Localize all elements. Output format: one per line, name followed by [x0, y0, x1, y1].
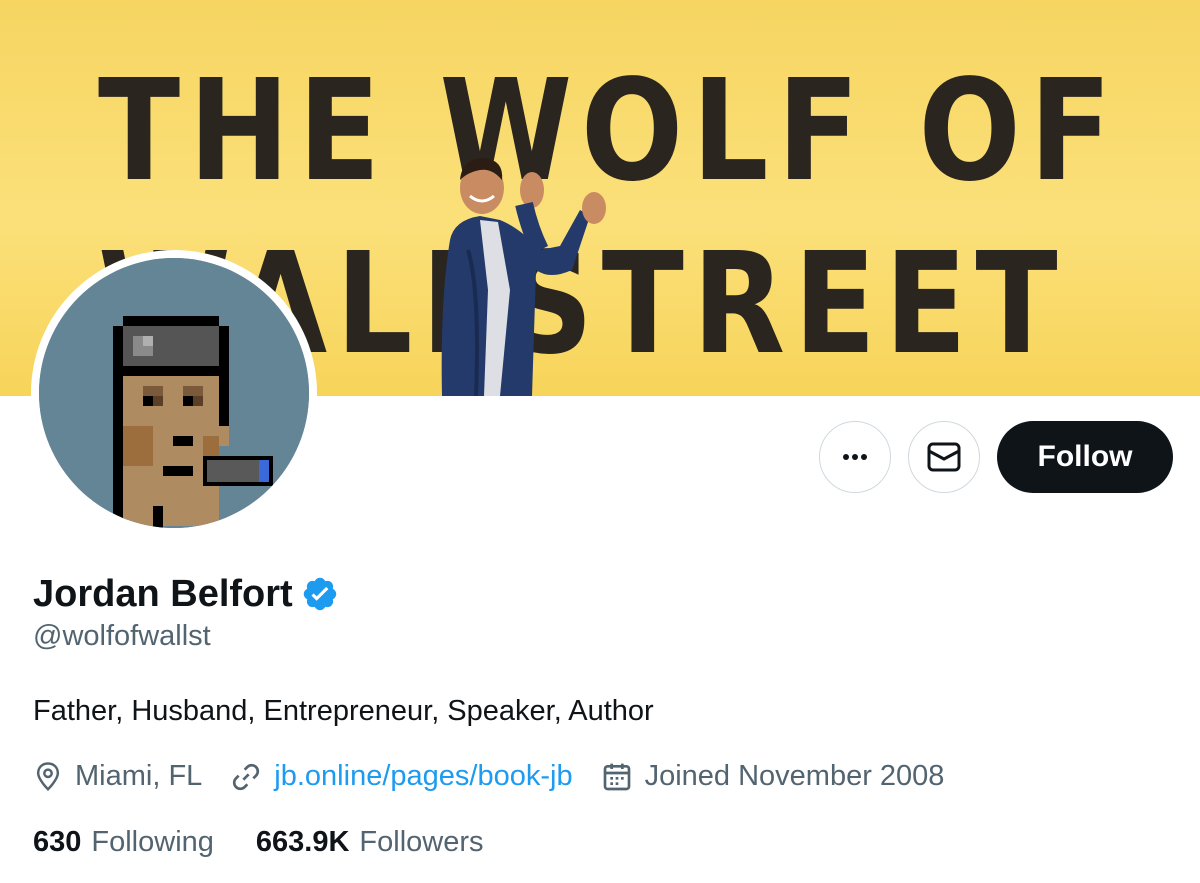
followers-stat[interactable]: 663.9K Followers: [256, 826, 484, 859]
profile-handle: @wolfofwallst: [33, 620, 211, 652]
joined-text: Joined November 2008: [644, 760, 945, 792]
website-link[interactable]: jb.online/pages/book-jb: [274, 760, 572, 793]
location-text: Miami, FL: [75, 760, 203, 792]
location-item: Miami, FL: [33, 760, 202, 793]
profile-meta: Miami, FL jb.online/pages/book-jb Joined…: [33, 760, 972, 793]
envelope-icon: [927, 442, 961, 472]
avatar[interactable]: [39, 258, 309, 528]
calendar-icon: [603, 763, 630, 790]
profile-stats: 630 Following 663.9K Followers: [33, 826, 526, 859]
following-stat[interactable]: 630 Following: [33, 826, 214, 859]
verified-badge-icon[interactable]: [301, 575, 339, 613]
pixel-punk-avatar: [39, 258, 309, 528]
profile-name: Jordan Belfort: [33, 573, 293, 615]
location-pin-icon: [36, 761, 60, 791]
follow-button[interactable]: Follow: [997, 421, 1173, 493]
avatar-frame[interactable]: [31, 250, 317, 536]
profile-name-row: Jordan Belfort: [33, 572, 339, 616]
following-count: 630: [33, 826, 82, 858]
more-icon: [843, 454, 867, 460]
profile-bio: Father, Husband, Entrepreneur, Speaker, …: [33, 695, 654, 727]
speaker-figure: [441, 158, 606, 396]
link-icon: [233, 763, 260, 790]
following-label: Following: [91, 826, 214, 858]
message-button[interactable]: [908, 421, 980, 493]
followers-label: Followers: [359, 826, 484, 858]
more-button[interactable]: [819, 421, 891, 493]
website-item: jb.online/pages/book-jb: [230, 760, 573, 793]
followers-count: 663.9K: [255, 826, 350, 858]
joined-item: Joined November 2008: [601, 760, 945, 793]
